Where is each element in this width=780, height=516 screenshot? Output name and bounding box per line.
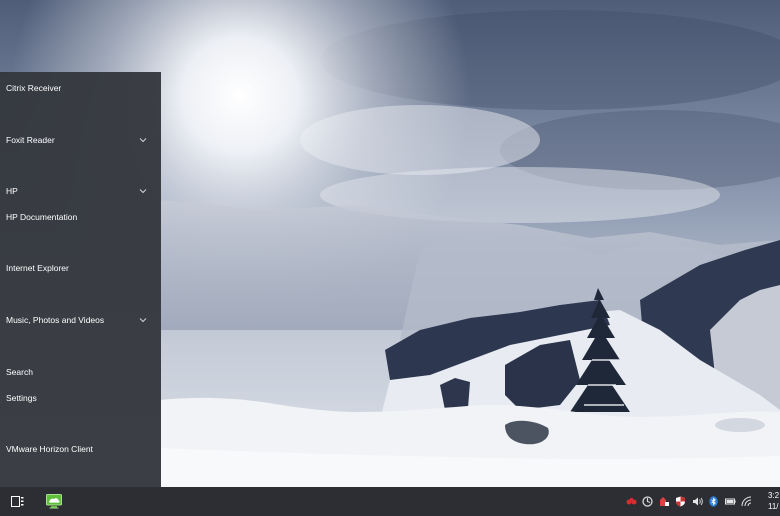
menu-item-music-photos-videos[interactable]: Music, Photos and Videos: [0, 308, 161, 332]
sync-icon[interactable]: [641, 487, 655, 516]
desktop: Citrix Receiver Foxit Reader HP HP Docum…: [0, 0, 780, 516]
clock-date: 11/: [768, 502, 779, 511]
menu-item-label: Foxit Reader: [6, 135, 55, 145]
menu-item-vmware-horizon-client[interactable]: VMware Horizon Client: [0, 437, 161, 461]
menu-item-settings[interactable]: Settings: [0, 386, 161, 410]
menu-item-label: VMware Horizon Client: [6, 444, 93, 454]
taskbar-clock[interactable]: 3:2 11/: [768, 490, 780, 512]
menu-item-foxit-reader[interactable]: Foxit Reader: [0, 128, 161, 152]
menu-item-label: Search: [6, 367, 33, 377]
security-shield-icon[interactable]: [657, 487, 671, 516]
chevron-down-icon[interactable]: [139, 316, 147, 324]
start-menu-app-list: Citrix Receiver Foxit Reader HP HP Docum…: [0, 72, 161, 487]
menu-item-citrix-receiver[interactable]: Citrix Receiver: [0, 76, 161, 100]
taskbar: 3:2 11/: [0, 487, 780, 516]
menu-item-label: Music, Photos and Videos: [6, 315, 105, 325]
volume-icon[interactable]: [690, 487, 704, 516]
menu-item-label: HP Documentation: [6, 212, 78, 222]
clock-time: 3:2: [768, 491, 780, 500]
chevron-down-icon[interactable]: [139, 187, 147, 195]
menu-item-label: Internet Explorer: [6, 263, 69, 273]
bluetooth-icon[interactable]: [707, 487, 721, 516]
menu-item-label: Settings: [6, 393, 37, 403]
chevron-down-icon[interactable]: [139, 136, 147, 144]
task-view-icon[interactable]: [6, 487, 28, 516]
windows-defender-icon[interactable]: [674, 487, 688, 516]
battery-icon[interactable]: [723, 487, 737, 516]
wifi-icon[interactable]: [740, 487, 754, 516]
menu-item-label: Citrix Receiver: [6, 83, 62, 93]
menu-item-hp[interactable]: HP: [0, 179, 161, 203]
system-tray: [624, 487, 756, 516]
menu-item-label: HP: [6, 186, 18, 196]
antivirus-icon[interactable]: [624, 487, 638, 516]
menu-item-hp-documentation[interactable]: HP Documentation: [0, 205, 161, 229]
menu-item-search[interactable]: Search: [0, 360, 161, 384]
vmware-horizon-client-icon[interactable]: [42, 487, 66, 516]
menu-item-internet-explorer[interactable]: Internet Explorer: [0, 256, 161, 280]
